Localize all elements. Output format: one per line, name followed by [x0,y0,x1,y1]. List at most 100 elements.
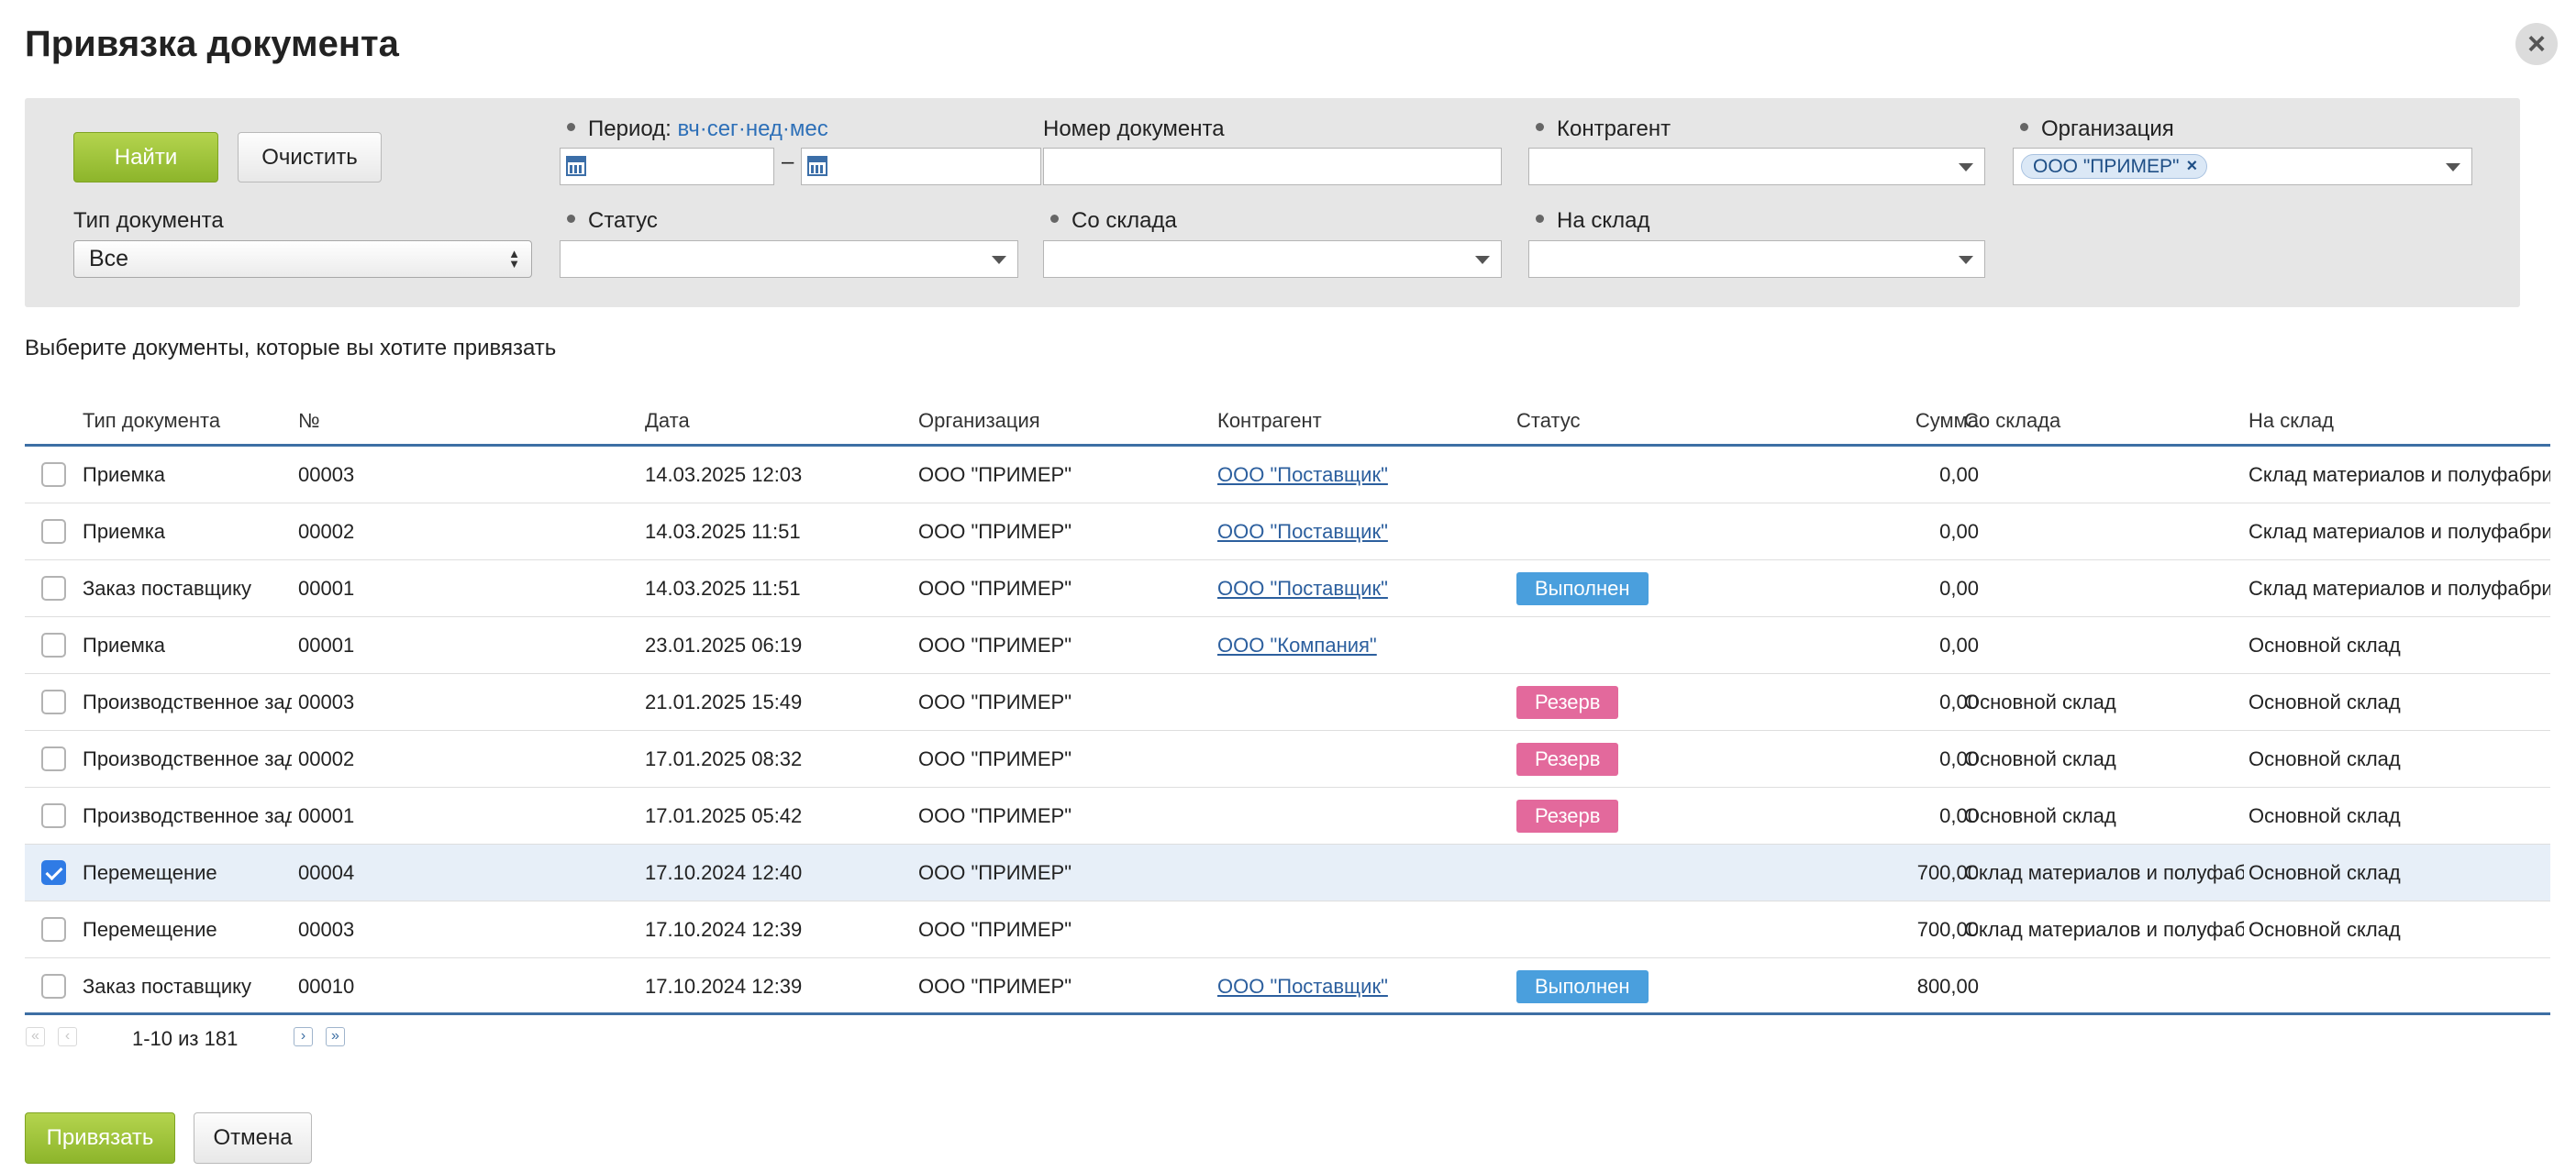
cell-counterparty [1217,731,1502,788]
column-header-organization[interactable]: Организация [918,409,1040,433]
cell-counterparty [1217,845,1502,901]
column-header-type[interactable]: Тип документа [83,409,220,433]
period-from-input[interactable] [560,148,774,185]
chevron-down-icon[interactable] [1475,256,1490,264]
cell-to-warehouse [2248,958,2550,1015]
counterparty-link[interactable]: ООО "Поставщик" [1217,577,1388,600]
first-page-icon[interactable]: « [26,1027,45,1046]
status-select[interactable] [560,240,1018,278]
chevron-down-icon[interactable] [1959,163,1973,171]
from-warehouse-label: Со склада [1071,208,1177,233]
cell-sum: 0,00 [1939,463,1979,486]
prev-page-icon[interactable]: ‹ [58,1027,77,1046]
cell-organization: ООО "ПРИМЕР" [918,691,1072,713]
chevron-down-icon[interactable] [992,256,1006,264]
row-checkbox[interactable] [41,803,66,828]
period-separator: · [738,116,746,141]
bind-button[interactable]: Привязать [25,1112,175,1164]
cell-type: Производственное задание [83,804,292,827]
counterparty-link[interactable]: ООО "Поставщик" [1217,463,1388,486]
calendar-icon[interactable] [566,156,586,176]
cell-type: Приемка [83,634,166,657]
cell-type: Приемка [83,520,166,543]
row-checkbox[interactable] [41,576,66,601]
clear-button[interactable]: Очистить [238,132,382,182]
counterparty-link[interactable]: ООО "Поставщик" [1217,520,1388,543]
table-row[interactable]: Приемка 00003 14.03.2025 12:03 ООО "ПРИМЕР"… [25,447,2550,503]
column-header-status[interactable]: Статус [1516,409,1581,433]
cell-date: 17.10.2024 12:39 [645,918,803,941]
remove-chip-icon[interactable]: × [2186,156,2197,177]
counterparty-select[interactable] [1528,148,1985,185]
cell-from-warehouse: Основной склад [1964,804,2116,827]
column-header-sum[interactable]: Сумма [1835,409,1979,433]
table-row[interactable]: Приемка 00002 14.03.2025 11:51 ООО "ПРИМЕР"… [25,503,2550,560]
counterparty-label: Контрагент [1557,116,1671,141]
cell-date: 14.03.2025 11:51 [645,577,801,600]
doc-number-input[interactable] [1043,148,1502,185]
cell-sum: 700,00 [1916,918,1979,941]
chevron-down-icon[interactable] [1959,256,1973,264]
doc-type-select[interactable]: Все ▲ ▼ [73,240,532,278]
cell-organization: ООО "ПРИМЕР" [918,975,1072,998]
column-header-number[interactable]: № [298,409,320,433]
to-warehouse-select[interactable] [1528,240,1985,278]
row-checkbox[interactable] [41,519,66,544]
cell-number: 00002 [298,747,355,770]
row-checkbox[interactable] [41,690,66,714]
table-row[interactable]: Производственное задание 00002 17.01.2025 … [25,731,2550,788]
row-checkbox[interactable] [41,462,66,487]
pagination-range: 1-10 из 181 [132,1027,239,1050]
counterparty-label-group: Контрагент [1536,116,1671,142]
period-to-input[interactable] [801,148,1041,185]
doc-number-label: Номер документа [1043,116,1225,141]
cancel-button[interactable]: Отмена [194,1112,312,1164]
period-link-week[interactable]: нед [746,116,783,141]
table-row[interactable]: Перемещение 00003 17.10.2024 12:39 ООО "ПРИ… [25,901,2550,958]
table-row[interactable]: Производственное задание 00001 17.01.2025 … [25,788,2550,845]
row-checkbox[interactable] [41,860,66,885]
find-button[interactable]: Найти [73,132,218,182]
cell-to-warehouse: Основной склад [2248,861,2401,884]
required-dot [567,123,575,132]
counterparty-link[interactable]: ООО "Поставщик" [1217,975,1388,998]
row-checkbox[interactable] [41,633,66,658]
cell-type: Приемка [83,463,166,486]
counterparty-link[interactable]: ООО "Компания" [1217,634,1377,657]
cell-organization: ООО "ПРИМЕР" [918,918,1072,941]
period-separator: · [782,116,790,141]
cell-counterparty: ООО "Поставщик" [1217,447,1502,503]
table-row[interactable]: Приемка 00001 23.01.2025 06:19 ООО "ПРИМЕР"… [25,617,2550,674]
cell-status [1516,503,1746,560]
cell-status: Резерв [1516,731,1746,788]
from-warehouse-select[interactable] [1043,240,1502,278]
column-header-date[interactable]: Дата [645,409,690,433]
required-dot [2020,123,2028,132]
cell-to-warehouse: Основной склад [2248,747,2401,770]
column-header-counterparty[interactable]: Контрагент [1217,409,1322,433]
cell-counterparty [1217,674,1502,731]
cell-number: 00003 [298,463,355,486]
row-checkbox[interactable] [41,917,66,942]
calendar-icon[interactable] [807,156,827,176]
status-label-group: Статус [567,208,658,234]
last-page-icon[interactable]: » [326,1027,345,1046]
table-row[interactable]: Перемещение 00004 17.10.2024 12:40 ООО "ПРИ… [25,845,2550,901]
organization-select[interactable]: ООО "ПРИМЕР" × [2013,148,2472,185]
table-row[interactable]: Производственное задание 00003 21.01.2025 … [25,674,2550,731]
period-link-today[interactable]: сег [707,116,738,141]
cell-number: 00004 [298,861,355,884]
row-checkbox[interactable] [41,746,66,771]
table-row[interactable]: Заказ поставщику 00010 17.10.2024 12:39 ООО… [25,958,2550,1015]
table-row[interactable]: Заказ поставщику 00001 14.03.2025 11:51 ООО… [25,560,2550,617]
column-header-to-warehouse[interactable]: На склад [2248,409,2334,433]
period-link-month[interactable]: мес [790,116,828,141]
close-icon[interactable]: × [2515,23,2558,65]
row-checkbox[interactable] [41,974,66,999]
chevron-down-icon[interactable] [2446,163,2460,171]
period-link-yesterday[interactable]: вч [678,116,700,141]
cell-number: 00001 [298,577,355,600]
column-header-from-warehouse[interactable]: Со склада [1964,409,2060,433]
cell-counterparty: ООО "Компания" [1217,617,1502,674]
next-page-icon[interactable]: › [294,1027,313,1046]
